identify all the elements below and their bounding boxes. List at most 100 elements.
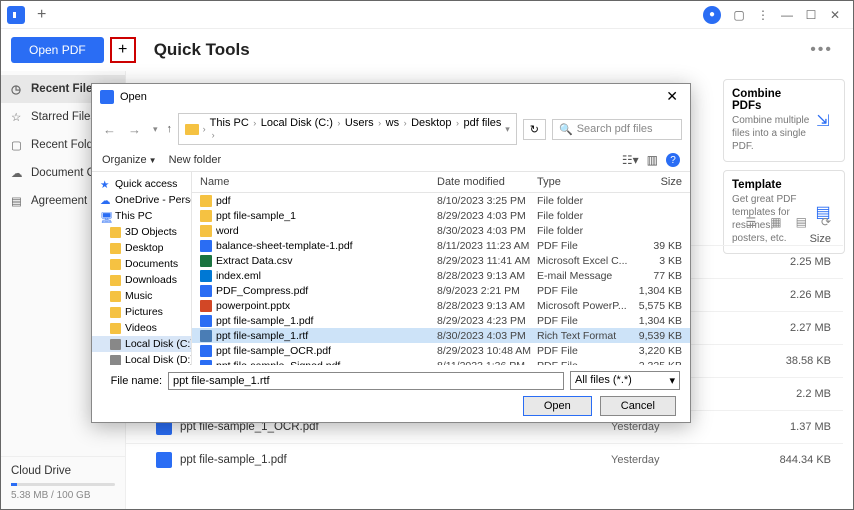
template-title: Template <box>732 179 810 191</box>
tree-item-local-disk-c-[interactable]: Local Disk (C:) <box>92 336 191 352</box>
tree-item-onedrive-person[interactable]: ☁OneDrive - Person <box>92 192 191 208</box>
help-button[interactable]: ? <box>666 153 680 167</box>
pdf-icon <box>200 360 212 366</box>
open-pdf-button[interactable]: Open PDF <box>11 37 104 63</box>
file-list: Name Date modified Type Size pdf8/10/202… <box>192 172 690 365</box>
file-row[interactable]: pdf8/10/2023 3:25 PMFile folder <box>192 193 690 208</box>
pdf-icon <box>200 240 212 252</box>
nav-recent-dropdown[interactable]: ▾ <box>150 124 161 135</box>
close-window-button[interactable]: ✕ <box>823 8 847 22</box>
file-row[interactable]: Extract Data.csv8/29/2023 11:41 AMMicros… <box>192 253 690 268</box>
tree-item-this-pc[interactable]: 🖥This PC <box>92 208 191 224</box>
cancel-button[interactable]: Cancel <box>600 396 676 416</box>
tree-item-documents[interactable]: Documents <box>92 256 191 272</box>
col-name[interactable]: Name <box>200 176 437 188</box>
breadcrumb-item[interactable]: pdf files <box>463 117 501 129</box>
folder-icon <box>185 124 199 135</box>
storage-text: 5.38 MB / 100 GB <box>11 490 115 501</box>
search-icon: 🔍 <box>559 123 573 136</box>
fld-icon <box>110 275 121 286</box>
combine-icon: ⇲ <box>810 88 836 153</box>
fld-icon <box>110 307 121 318</box>
open-file-dialog: Open ✕ ← → ▾ ↑ › This PC › Local Disk (C… <box>91 83 691 423</box>
overflow-menu-icon[interactable]: ••• <box>810 41 833 59</box>
new-tab-button[interactable]: + <box>33 6 50 24</box>
rtf-icon <box>200 330 212 342</box>
cloud-drive-section: Cloud Drive 5.38 MB / 100 GB <box>1 456 125 509</box>
drv-icon <box>110 355 121 366</box>
storage-bar <box>11 483 115 486</box>
search-input[interactable]: 🔍 Search pdf files <box>552 119 682 140</box>
organize-menu[interactable]: Organize▼ <box>102 154 157 166</box>
breadcrumb-item[interactable]: This PC <box>210 117 249 129</box>
chat-icon[interactable]: ▢ <box>729 8 749 22</box>
col-type[interactable]: Type <box>537 176 632 188</box>
file-type-filter[interactable]: All files (*.*)▾ <box>570 371 680 390</box>
cloud-icon: ☁ <box>11 166 25 180</box>
tree-item-downloads[interactable]: Downloads <box>92 272 191 288</box>
open-button[interactable]: Open <box>523 396 592 416</box>
star-icon: ☆ <box>11 110 25 124</box>
view-mode-button[interactable]: ☷▾ <box>622 153 639 167</box>
fld-icon <box>110 227 121 238</box>
pc-icon: 🖥 <box>100 211 111 222</box>
user-avatar[interactable]: ● <box>703 6 721 24</box>
cloud-icon: ☁ <box>100 195 111 206</box>
file-row[interactable]: ppt file-sample_18/29/2023 4:03 PMFile f… <box>192 208 690 223</box>
file-row[interactable]: balance-sheet-template-1.pdf8/11/2023 11… <box>192 238 690 253</box>
folder-icon <box>200 210 212 222</box>
file-row[interactable]: index.eml8/28/2023 9:13 AME-mail Message… <box>192 268 690 283</box>
dialog-close-button[interactable]: ✕ <box>662 88 682 105</box>
filename-input[interactable] <box>168 372 564 390</box>
tree-item-local-disk-d-[interactable]: Local Disk (D:) <box>92 352 191 365</box>
breadcrumb-bar[interactable]: › This PC › Local Disk (C:) › Users › ws… <box>178 113 517 145</box>
nav-back-button[interactable]: ← <box>100 122 119 137</box>
doc-icon: ▤ <box>11 194 25 208</box>
view-list-icon[interactable]: ☰ <box>745 215 756 229</box>
fld-icon <box>110 243 121 254</box>
dialog-title: Open <box>120 91 147 103</box>
file-row[interactable]: word8/30/2023 4:03 PMFile folder <box>192 223 690 238</box>
xls-icon <box>200 255 212 267</box>
col-size[interactable]: Size <box>632 176 682 188</box>
refresh-button[interactable]: ↻ <box>523 119 546 140</box>
file-row[interactable]: ppt file-sample_1.rtf8/30/2023 4:03 PMRi… <box>192 328 690 343</box>
minimize-button[interactable]: — <box>775 8 799 22</box>
folder-tree: ★Quick access☁OneDrive - Person🖥This PC3… <box>92 172 192 365</box>
cloud-drive-label[interactable]: Cloud Drive <box>11 465 115 477</box>
file-row[interactable]: ppt file-sample_Signed.pdf8/11/2023 1:36… <box>192 358 690 365</box>
tree-item-desktop[interactable]: Desktop <box>92 240 191 256</box>
toolbar: Open PDF + Quick Tools ••• <box>1 29 853 71</box>
tree-item-music[interactable]: Music <box>92 288 191 304</box>
combine-pdfs-card[interactable]: Combine PDFs Combine multiple files into… <box>723 79 845 162</box>
page-title: Quick Tools <box>154 40 250 60</box>
drv-icon <box>110 339 121 350</box>
pdf-icon <box>156 452 172 468</box>
file-row[interactable]: ppt file-sample_OCR.pdf8/29/2023 10:48 A… <box>192 343 690 358</box>
tree-item-3d-objects[interactable]: 3D Objects <box>92 224 191 240</box>
new-folder-button[interactable]: New folder <box>169 154 222 166</box>
recent-file-row[interactable]: ppt file-sample_1.pdfYesterday844.34 KB <box>126 443 843 476</box>
tree-item-videos[interactable]: Videos <box>92 320 191 336</box>
file-row[interactable]: powerpoint.pptx8/28/2023 9:13 AMMicrosof… <box>192 298 690 313</box>
tree-item-quick-access[interactable]: ★Quick access <box>92 176 191 192</box>
add-button[interactable]: + <box>110 37 136 63</box>
maximize-button[interactable]: ☐ <box>799 8 823 22</box>
preview-pane-button[interactable]: ▥ <box>647 153 658 167</box>
col-date[interactable]: Date modified <box>437 176 537 188</box>
breadcrumb-item[interactable]: Users <box>345 117 374 129</box>
breadcrumb-item[interactable]: Local Disk (C:) <box>261 117 333 129</box>
refresh-icon[interactable]: ⟳ <box>821 215 831 229</box>
breadcrumb-item[interactable]: ws <box>386 117 399 129</box>
nav-up-button[interactable]: ↑ <box>167 123 173 135</box>
ppt-icon <box>200 300 212 312</box>
dialog-app-icon <box>100 90 114 104</box>
view-grid-icon[interactable]: ▦ <box>770 215 781 229</box>
nav-forward-button[interactable]: → <box>125 122 144 137</box>
breadcrumb-item[interactable]: Desktop <box>411 117 451 129</box>
file-row[interactable]: ppt file-sample_1.pdf8/29/2023 4:23 PMPD… <box>192 313 690 328</box>
view-compact-icon[interactable]: ▤ <box>796 215 807 229</box>
more-icon[interactable]: ⋮ <box>753 8 773 22</box>
file-row[interactable]: PDF_Compress.pdf8/9/2023 2:21 PMPDF File… <box>192 283 690 298</box>
tree-item-pictures[interactable]: Pictures <box>92 304 191 320</box>
